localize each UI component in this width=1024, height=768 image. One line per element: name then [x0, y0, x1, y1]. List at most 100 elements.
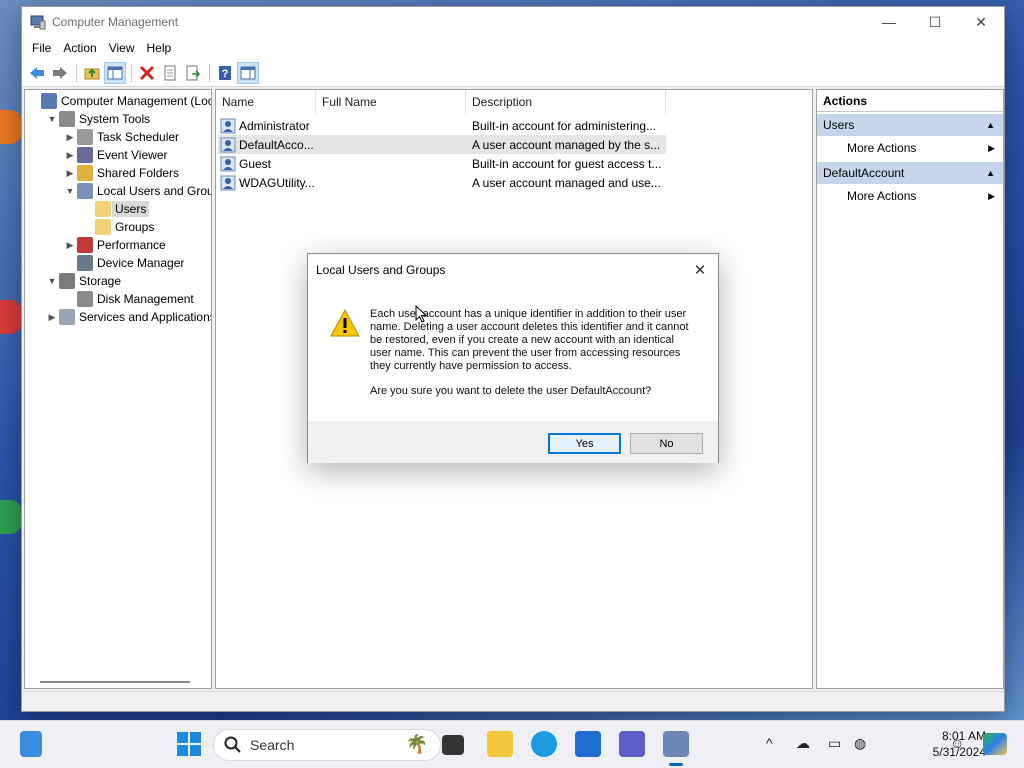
widgets-icon[interactable]	[20, 731, 42, 757]
user-row[interactable]: WDAGUtility... A user account managed and…	[218, 173, 666, 192]
tree-item-label: Users	[112, 201, 150, 217]
tree-item[interactable]: ▶ Services and Applications	[45, 308, 211, 326]
user-name-cell: Guest	[218, 156, 316, 172]
up-folder-icon	[84, 68, 100, 79]
tree-item-label: Shared Folders	[97, 166, 180, 180]
user-account-icon	[220, 156, 236, 172]
dialog-question: Are you sure you want to delete the user…	[370, 385, 652, 397]
collapsed-chevron-icon[interactable]: ▶	[63, 168, 77, 179]
minimize-button[interactable]: —	[866, 7, 912, 37]
expanded-chevron-icon[interactable]: ▼	[63, 186, 77, 196]
collapse-caret-icon[interactable]: ▲	[986, 162, 995, 184]
dialog-title-bar[interactable]: Local Users and Groups ✕	[308, 254, 718, 286]
user-name: WDAGUtility...	[239, 175, 315, 190]
maximize-button[interactable]: ☐	[912, 7, 958, 37]
export-list-button[interactable]	[182, 62, 204, 84]
tree-horizontal-scrollbar[interactable]	[24, 675, 212, 689]
list-header: Name Full Name Description	[216, 90, 812, 114]
actions-section-defaultaccount[interactable]: DefaultAccount ▲	[817, 162, 1003, 184]
tree-item[interactable]: ▼ Storage	[45, 272, 121, 290]
column-header-description[interactable]: Description	[466, 90, 666, 114]
taskbar-search-box[interactable]: Search 🌴	[213, 729, 441, 761]
desktop-icon-partial[interactable]	[0, 300, 22, 334]
tree-item[interactable]: ▶ Shared Folders	[63, 164, 179, 182]
tree-item[interactable]: ▶ Task Scheduler	[63, 128, 179, 146]
users-group-icon	[77, 183, 93, 199]
show-hide-tree-button[interactable]	[104, 61, 126, 84]
tree-item[interactable]: Device Manager	[63, 254, 184, 272]
taskbar: Search 🌴 ^ ☁ ▭ ◍ 8:01 AM 5/31/2024 ☺	[0, 720, 1024, 768]
back-button[interactable]	[26, 62, 48, 84]
copilot-icon[interactable]	[983, 733, 1007, 755]
title-bar[interactable]: Computer Management — ☐ ✕	[22, 7, 1004, 37]
help-button[interactable]: ?	[214, 62, 236, 84]
user-row[interactable]: DefaultAcco... A user account managed by …	[218, 135, 666, 154]
folder-icon	[95, 201, 111, 217]
scrollbar-thumb[interactable]	[40, 681, 190, 683]
delete-button[interactable]	[136, 62, 158, 84]
forward-button[interactable]	[49, 62, 71, 84]
user-row[interactable]: Administrator Built-in account for admini…	[218, 116, 666, 135]
collapsed-chevron-icon[interactable]: ▶	[63, 150, 77, 161]
collapsed-chevron-icon[interactable]: ▶	[63, 240, 77, 251]
tree-item[interactable]: ▼ Local Users and Groups	[63, 182, 211, 200]
volume-icon[interactable]: ◍	[854, 735, 866, 752]
column-header-name[interactable]: Name	[216, 90, 316, 114]
collapse-caret-icon[interactable]: ▲	[986, 114, 995, 136]
properties-button[interactable]	[159, 62, 181, 84]
network-icon[interactable]: ▭	[828, 735, 841, 752]
collapsed-chevron-icon[interactable]: ▶	[63, 132, 77, 143]
yes-button[interactable]: Yes	[548, 433, 621, 454]
computer-management-taskbar-icon[interactable]	[663, 731, 689, 757]
menu-file[interactable]: File	[26, 37, 57, 59]
edge-browser-icon[interactable]	[531, 731, 557, 757]
dialog-footer: Yes No	[308, 421, 718, 463]
close-button[interactable]: ✕	[958, 7, 1004, 37]
up-folder-button[interactable]	[81, 62, 103, 84]
clock-icon	[77, 129, 93, 145]
user-name: Guest	[239, 156, 272, 171]
microsoft-store-icon[interactable]	[575, 731, 601, 757]
tree-item[interactable]: ▼ System Tools	[45, 110, 150, 128]
tree-item[interactable]: Disk Management	[63, 290, 194, 308]
tree-item[interactable]: ▶ Event Viewer	[63, 146, 167, 164]
collapsed-chevron-icon[interactable]: ▶	[45, 312, 59, 323]
more-actions-users[interactable]: More Actions ▶	[817, 136, 1003, 160]
menu-help[interactable]: Help	[141, 37, 178, 59]
console-tree-icon	[107, 66, 123, 79]
teams-icon[interactable]	[619, 731, 645, 757]
show-hidden-icons-button[interactable]: ^	[766, 735, 773, 751]
file-explorer-icon[interactable]	[487, 731, 513, 757]
menu-action[interactable]: Action	[57, 37, 102, 59]
more-actions-label: More Actions	[847, 189, 917, 203]
menu-view[interactable]: View	[103, 37, 141, 59]
tree-item[interactable]: Computer Management (Local	[27, 92, 211, 110]
tree-item[interactable]: Groups	[81, 218, 154, 236]
onedrive-icon[interactable]: ☁	[796, 735, 810, 752]
show-hide-action-pane-button[interactable]	[237, 61, 259, 84]
tree-item[interactable]: Users	[81, 200, 150, 218]
start-button[interactable]	[176, 731, 202, 757]
tree-item[interactable]: ▶ Performance	[63, 236, 166, 254]
menu-bar: File Action View Help	[22, 37, 1004, 59]
actions-section-users[interactable]: Users ▲	[817, 114, 1003, 136]
event-viewer-icon	[77, 147, 93, 163]
search-placeholder: Search	[250, 737, 295, 753]
task-view-icon[interactable]	[442, 735, 464, 755]
user-row[interactable]: Guest Built-in account for guest access t…	[218, 154, 666, 173]
notification-icon[interactable]: ☺	[950, 735, 964, 751]
desktop-icon-partial[interactable]	[0, 110, 22, 144]
user-name-cell: WDAGUtility...	[218, 175, 316, 191]
action-pane-icon	[240, 66, 256, 79]
more-actions-defaultaccount[interactable]: More Actions ▶	[817, 184, 1003, 208]
delete-x-icon	[139, 65, 155, 80]
no-button[interactable]: No	[630, 433, 703, 454]
desktop-icon-partial[interactable]	[0, 500, 22, 534]
expanded-chevron-icon[interactable]: ▼	[45, 276, 59, 286]
actions-pane: Actions Users ▲ More Actions ▶ DefaultAc…	[816, 89, 1004, 689]
dialog-close-button[interactable]: ✕	[688, 258, 712, 282]
column-header-full-name[interactable]: Full Name	[316, 90, 466, 114]
user-description-cell: Built-in account for administering...	[472, 118, 657, 133]
expanded-chevron-icon[interactable]: ▼	[45, 114, 59, 124]
tree-item-label: Disk Management	[97, 292, 194, 306]
